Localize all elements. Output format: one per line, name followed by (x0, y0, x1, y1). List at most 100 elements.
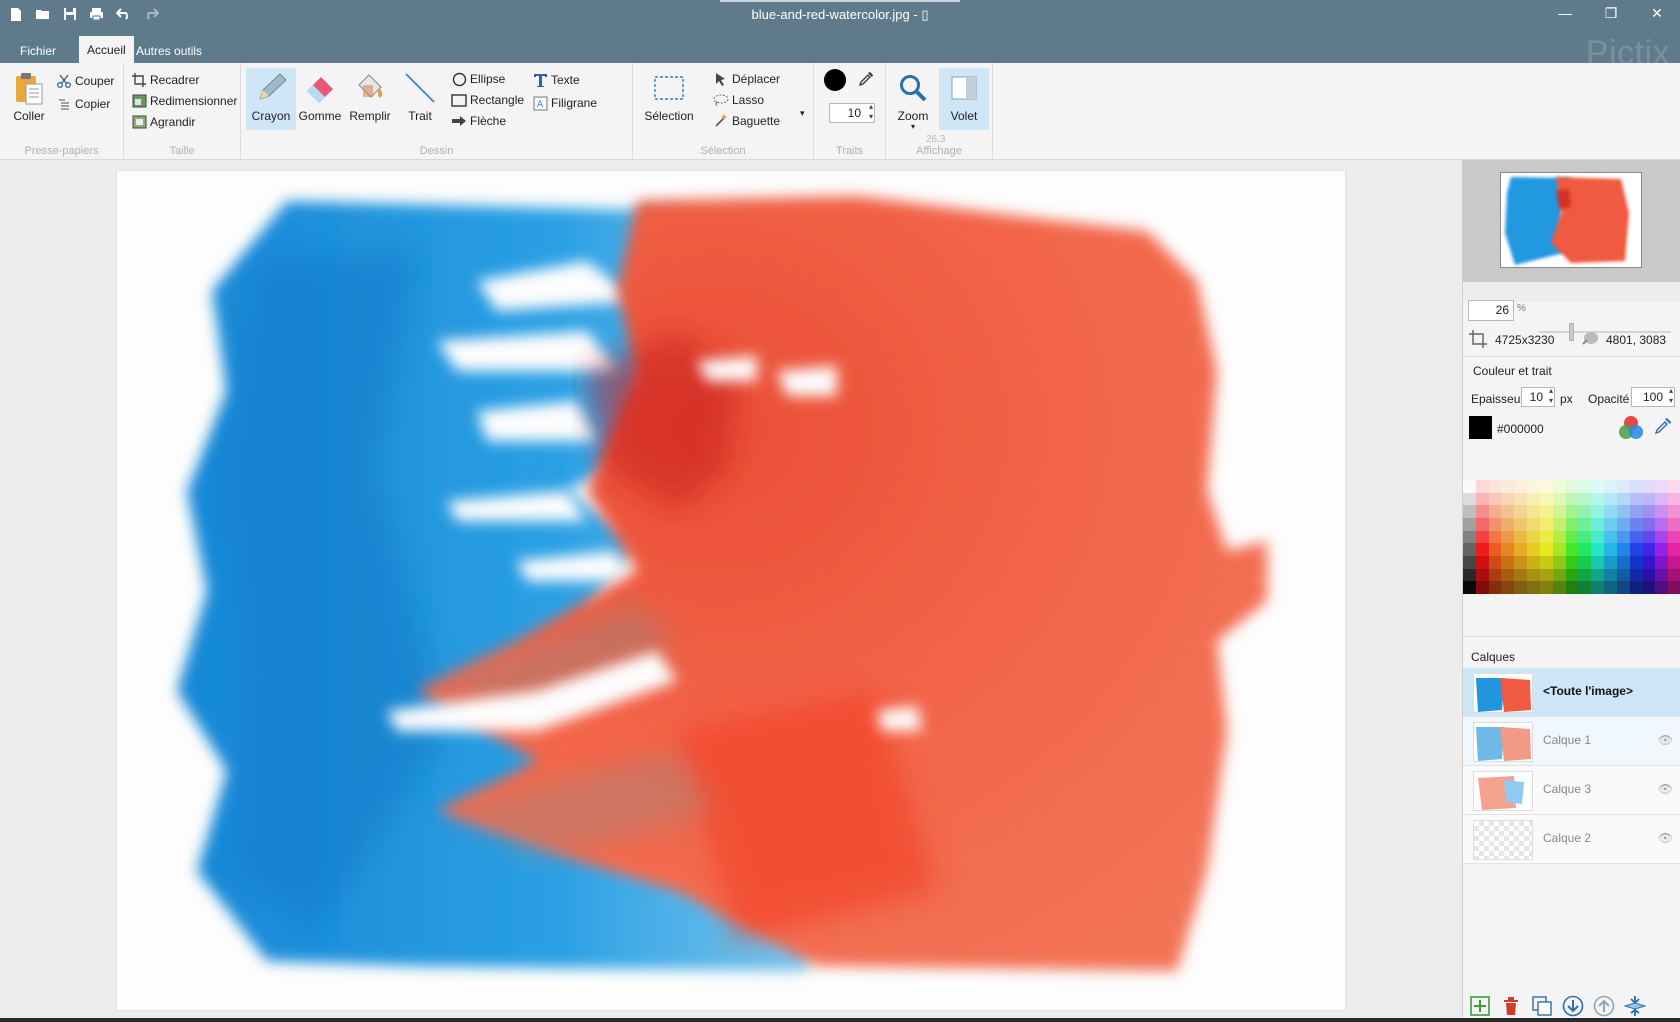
palette-swatch[interactable] (1488, 518, 1502, 531)
palette-swatch[interactable] (1552, 480, 1566, 493)
tab-accueil[interactable]: Accueil (79, 36, 134, 63)
close-icon[interactable]: ✕ (1634, 0, 1680, 26)
arrow-button[interactable]: Flèche (451, 111, 506, 131)
copy-button[interactable]: Copier (56, 94, 110, 114)
palette-swatch[interactable] (1642, 505, 1656, 518)
selection-options-dropdown[interactable]: ▾ (800, 103, 805, 123)
palette-swatch[interactable] (1527, 543, 1540, 556)
palette-swatch[interactable] (1668, 505, 1680, 518)
palette-swatch[interactable] (1514, 518, 1528, 531)
palette-swatch[interactable] (1514, 480, 1528, 493)
minimize-icon[interactable]: — (1542, 0, 1588, 26)
panel-eyedropper-icon[interactable] (1654, 417, 1672, 438)
palette-swatch[interactable] (1655, 581, 1669, 594)
rectangle-button[interactable]: Rectangle (451, 90, 524, 110)
palette-swatch[interactable] (1565, 581, 1579, 594)
palette-swatch[interactable] (1565, 556, 1579, 569)
palette-swatch[interactable] (1629, 581, 1643, 594)
palette-swatch[interactable] (1578, 492, 1592, 506)
palette-swatch[interactable] (1578, 505, 1592, 518)
palette-swatch[interactable] (1668, 492, 1680, 506)
cut-button[interactable]: Couper (56, 71, 114, 91)
palette-swatch[interactable] (1604, 581, 1617, 594)
palette-swatch[interactable] (1527, 492, 1540, 506)
palette-swatch[interactable] (1552, 530, 1566, 544)
palette-swatch[interactable] (1642, 492, 1656, 506)
palette-swatch[interactable] (1501, 581, 1515, 594)
palette-swatch[interactable] (1539, 530, 1553, 544)
palette-swatch[interactable] (1501, 568, 1515, 582)
panel-toggle-button[interactable]: Volet (939, 68, 989, 130)
restore-icon[interactable]: ❐ (1588, 0, 1634, 26)
layer-row-calque-2[interactable]: Calque 2 👁 (1463, 815, 1680, 864)
palette-swatch[interactable] (1527, 568, 1540, 582)
palette-swatch[interactable] (1565, 492, 1579, 506)
palette-swatch[interactable] (1539, 556, 1553, 569)
zoom-slider-thumb[interactable] (1569, 323, 1574, 341)
palette-swatch[interactable] (1463, 518, 1476, 531)
palette-swatch[interactable] (1642, 556, 1656, 569)
palette-swatch[interactable] (1591, 568, 1605, 582)
palette-swatch[interactable] (1629, 543, 1643, 556)
tab-autres-outils[interactable]: Autres outils (128, 40, 210, 63)
palette-swatch[interactable] (1591, 492, 1605, 506)
zoom-button[interactable]: Zoom ▾ (888, 68, 938, 134)
palette-swatch[interactable] (1552, 581, 1566, 594)
paste-button[interactable]: Coller (4, 68, 54, 130)
palette-swatch[interactable] (1565, 543, 1579, 556)
image-canvas[interactable] (117, 171, 1345, 1010)
palette-swatch[interactable] (1655, 556, 1669, 569)
palette-swatch[interactable] (1539, 492, 1553, 506)
palette-swatch[interactable] (1668, 581, 1680, 594)
layer-row-calque-1[interactable]: Calque 1 👁 (1463, 717, 1680, 766)
palette-swatch[interactable] (1514, 568, 1528, 582)
palette-swatch[interactable] (1565, 505, 1579, 518)
palette-swatch[interactable] (1668, 568, 1680, 582)
zoom-percent-input[interactable]: 26 (1468, 300, 1514, 321)
palette-swatch[interactable] (1668, 530, 1680, 544)
palette-swatch[interactable] (1616, 505, 1630, 518)
lasso-button[interactable]: Lasso (713, 90, 764, 110)
palette-swatch[interactable] (1463, 568, 1476, 582)
palette-swatch[interactable] (1488, 480, 1502, 493)
resize-button[interactable]: Redimensionner (131, 91, 237, 111)
palette-swatch[interactable] (1539, 568, 1553, 582)
palette-swatch[interactable] (1463, 543, 1476, 556)
palette-swatch[interactable] (1616, 492, 1630, 506)
palette-swatch[interactable] (1655, 480, 1669, 493)
palette-swatch[interactable] (1539, 543, 1553, 556)
palette-swatch[interactable] (1591, 518, 1605, 531)
visibility-eye-icon[interactable]: 👁 (1658, 733, 1673, 747)
brush-color-swatch[interactable] (824, 69, 846, 91)
palette-swatch[interactable] (1591, 480, 1605, 493)
layer-row-calque-3[interactable]: Calque 3 👁 (1463, 766, 1680, 815)
palette-swatch[interactable] (1591, 556, 1605, 569)
palette-swatch[interactable] (1578, 568, 1592, 582)
palette-swatch[interactable] (1629, 505, 1643, 518)
ellipse-button[interactable]: Ellipse (451, 69, 505, 89)
selection-button[interactable]: Sélection (641, 68, 697, 130)
palette-swatch[interactable] (1514, 581, 1528, 594)
palette-swatch[interactable] (1655, 505, 1669, 518)
enlarge-button[interactable]: Agrandir (131, 112, 195, 132)
palette-swatch[interactable] (1539, 518, 1553, 531)
palette-swatch[interactable] (1488, 581, 1502, 594)
palette-swatch[interactable] (1578, 543, 1592, 556)
palette-swatch[interactable] (1552, 543, 1566, 556)
palette-swatch[interactable] (1475, 505, 1489, 518)
palette-swatch[interactable] (1463, 581, 1476, 594)
palette-swatch[interactable] (1655, 492, 1669, 506)
palette-swatch[interactable] (1642, 581, 1656, 594)
palette-swatch[interactable] (1475, 518, 1489, 531)
tab-fichier[interactable]: Fichier (12, 40, 64, 63)
palette-swatch[interactable] (1604, 568, 1617, 582)
palette-swatch[interactable] (1565, 480, 1579, 493)
palette-swatch[interactable] (1475, 492, 1489, 506)
delete-layer-icon[interactable] (1500, 995, 1522, 1017)
palette-swatch[interactable] (1655, 543, 1669, 556)
palette-swatch[interactable] (1565, 568, 1579, 582)
palette-swatch[interactable] (1604, 505, 1617, 518)
palette-swatch[interactable] (1604, 556, 1617, 569)
line-button[interactable]: Trait (395, 68, 445, 130)
palette-swatch[interactable] (1463, 505, 1476, 518)
